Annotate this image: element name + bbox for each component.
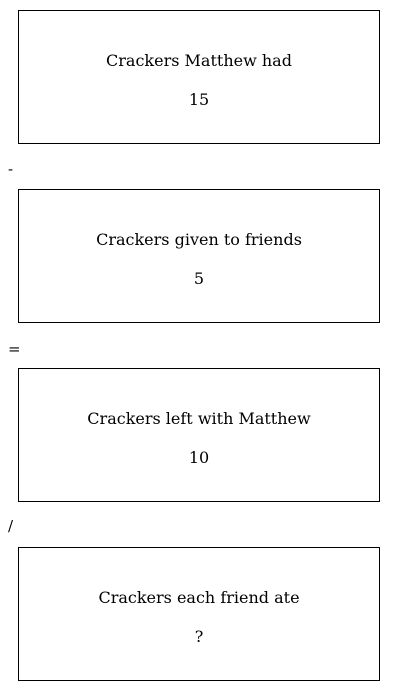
box-label: Crackers left with Matthew (87, 409, 311, 428)
crackers-given-to-friends-box: Crackers given to friends 5 (18, 189, 380, 323)
equals-operator: = (8, 340, 21, 358)
box-value: ? (194, 627, 204, 646)
box-value: 5 (193, 269, 205, 288)
box-value: 10 (188, 448, 210, 467)
crackers-matthew-had-box: Crackers Matthew had 15 (18, 10, 380, 144)
box-label: Crackers given to friends (96, 230, 302, 249)
divide-operator: / (8, 517, 14, 535)
box-label: Crackers each friend ate (98, 588, 300, 607)
box-label: Crackers Matthew had (106, 51, 292, 70)
crackers-left-with-matthew-box: Crackers left with Matthew 10 (18, 368, 380, 502)
box-value: 15 (188, 90, 210, 109)
minus-operator: - (8, 160, 14, 178)
crackers-each-friend-ate-box: Crackers each friend ate ? (18, 547, 380, 681)
